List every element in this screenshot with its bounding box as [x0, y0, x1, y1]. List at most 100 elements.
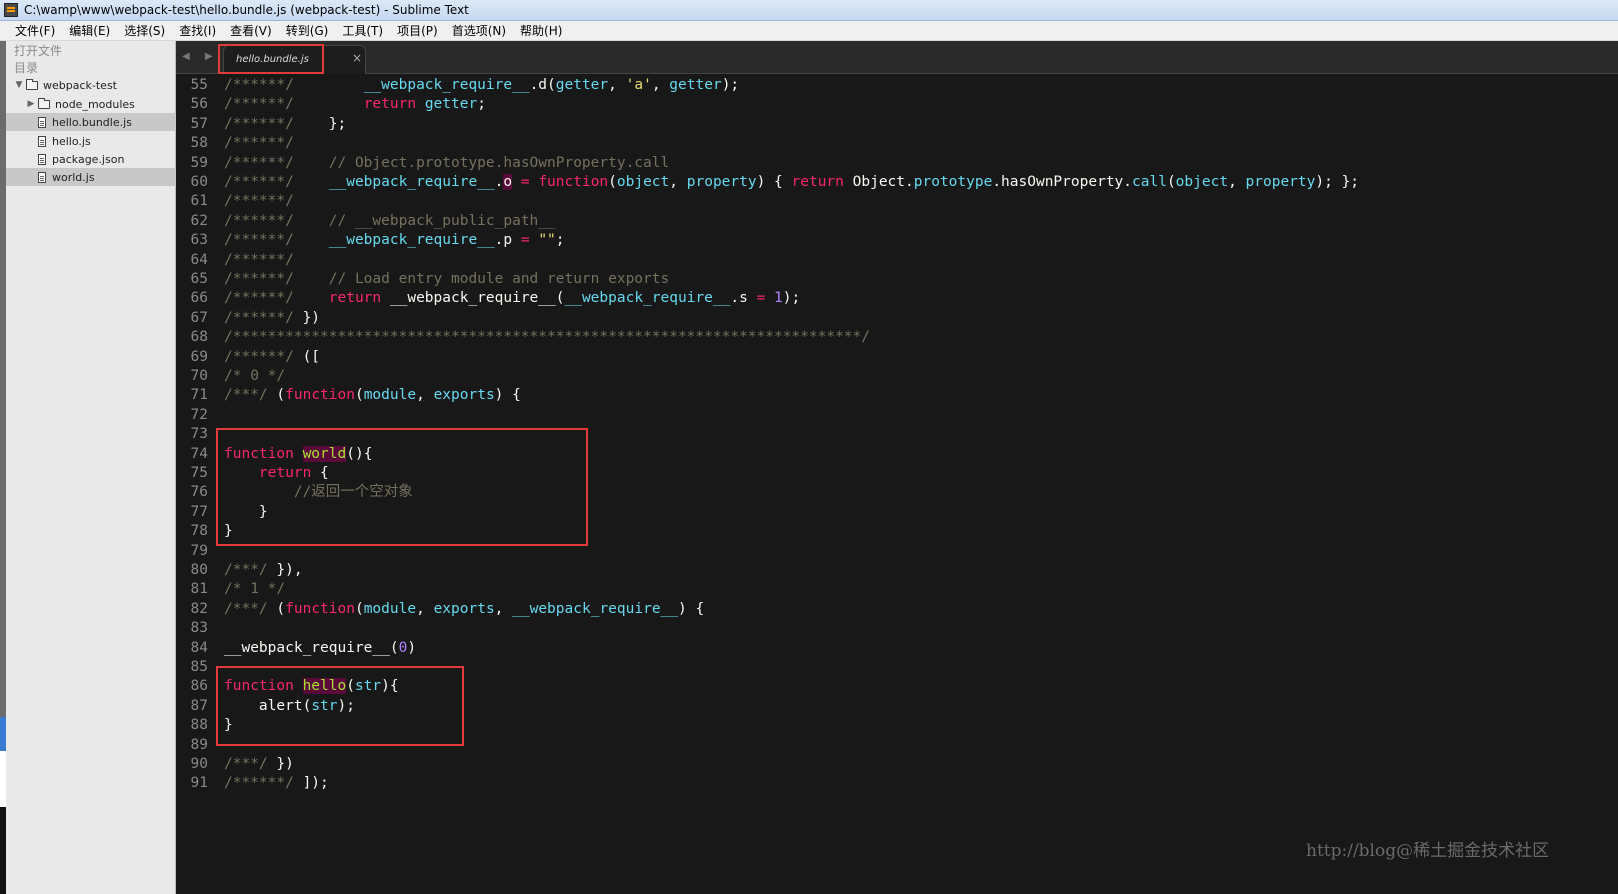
- code-line[interactable]: /******/ // Object.prototype.hasOwnPrope…: [224, 154, 669, 173]
- menu-item[interactable]: 文件(F): [8, 22, 62, 39]
- line-number: 65: [190, 271, 208, 287]
- menu-bar: 文件(F) 编辑(E) 选择(S) 查找(I) 查看(V) 转到(G) 工具(T) 项目(P)…: [0, 21, 1618, 41]
- code-line[interactable]: __webpack_require__(0): [224, 639, 416, 658]
- line-number: 57: [190, 115, 208, 132]
- code-line[interactable]: /******/ return getter;: [224, 95, 486, 114]
- line-number: 91: [190, 775, 208, 792]
- file-icon: [38, 171, 46, 183]
- line-number: 71: [190, 387, 208, 404]
- line-number: 87: [190, 697, 208, 714]
- menu-item[interactable]: 首选项(N): [445, 22, 513, 39]
- sublime-app-icon: [4, 3, 18, 17]
- sidebar-item[interactable]: ▶ node_modules: [6, 95, 176, 113]
- tab-nav-arrows-icon[interactable]: ◀ ▶: [182, 51, 219, 62]
- chevron-right-icon[interactable]: ▶: [26, 99, 36, 109]
- code-line[interactable]: /******/: [224, 192, 294, 211]
- close-icon[interactable]: ×: [352, 51, 362, 65]
- line-number: 59: [190, 154, 208, 171]
- file-icon: [38, 153, 46, 165]
- sidebar-item-label: webpack-test: [43, 78, 117, 92]
- sidebar-item[interactable]: world.js: [6, 168, 176, 186]
- sidebar-item[interactable]: ▼ webpack-test: [6, 76, 176, 94]
- line-number: 81: [190, 581, 208, 598]
- line-number: 68: [190, 329, 208, 346]
- file-icon: [38, 116, 46, 128]
- line-number: 63: [190, 232, 208, 249]
- line-number: 76: [190, 484, 208, 501]
- line-number: 66: [190, 290, 208, 307]
- chevron-down-icon[interactable]: ▼: [14, 80, 24, 90]
- code-line[interactable]: /***************************************…: [224, 328, 870, 347]
- code-line[interactable]: /******/ };: [224, 115, 346, 134]
- code-line[interactable]: alert(str);: [224, 697, 355, 716]
- menu-item[interactable]: 查找(I): [172, 22, 223, 39]
- code-line[interactable]: /******/ return __webpack_require__(__we…: [224, 289, 800, 308]
- code-line[interactable]: //返回一个空对象: [224, 483, 413, 502]
- line-number: 69: [190, 348, 208, 365]
- line-number: 88: [190, 717, 208, 734]
- line-number: 64: [190, 251, 208, 268]
- code-line[interactable]: return {: [224, 464, 329, 483]
- line-number: 61: [190, 193, 208, 210]
- code-line[interactable]: /******/ __webpack_require__.o = functio…: [224, 173, 1359, 192]
- line-number: 78: [190, 523, 208, 540]
- code-line[interactable]: /***/ (function(module, exports, __webpa…: [224, 600, 704, 619]
- tab-label: hello.bundle.js: [236, 54, 309, 65]
- line-number: 80: [190, 562, 208, 578]
- menu-item[interactable]: 帮助(H): [513, 22, 569, 39]
- tab-bar: ◀ ▶ hello.bundle.js ×: [176, 41, 1618, 74]
- tab-hello-bundle[interactable]: hello.bundle.js ×: [223, 45, 366, 74]
- code-line[interactable]: /* 0 */: [224, 367, 285, 386]
- sidebar-item[interactable]: hello.bundle.js: [6, 113, 176, 131]
- line-number: 90: [190, 756, 208, 772]
- folder-icon: [26, 78, 38, 90]
- open-files-heading: 打开文件: [14, 44, 63, 58]
- menu-item[interactable]: 工具(T): [335, 22, 390, 39]
- line-number: 67: [190, 309, 208, 326]
- code-line[interactable]: /***/ (function(module, exports) {: [224, 386, 521, 405]
- line-number: 84: [190, 639, 208, 656]
- line-number: 62: [190, 212, 208, 229]
- sidebar-item-label: node_modules: [55, 97, 135, 111]
- watermark: http://blog@稀土掘金技术社区: [1306, 841, 1550, 861]
- code-line[interactable]: /******/ __webpack_require__.d(getter, '…: [224, 76, 739, 95]
- code-editor[interactable]: 55 56 57 58 59 60 61 62 63 64 65 66 67 68 69 70 71 72 73 74…: [176, 74, 1618, 894]
- sidebar: 打开文件 目录 ▼ webpack-test ▶ node_modules hello.…: [6, 41, 176, 894]
- menu-item[interactable]: 项目(P): [390, 22, 445, 39]
- file-icon: [38, 135, 46, 147]
- line-number: 70: [190, 368, 208, 384]
- code-line[interactable]: /******/: [224, 251, 294, 270]
- sidebar-item-label: world.js: [52, 170, 95, 184]
- code-line[interactable]: }: [224, 503, 268, 522]
- code-line[interactable]: /******/ __webpack_require__.p = "";: [224, 231, 565, 250]
- code-line[interactable]: /******/ ([: [224, 348, 320, 367]
- menu-item[interactable]: 选择(S): [117, 22, 172, 39]
- code-line[interactable]: function hello(str){: [224, 677, 399, 696]
- sidebar-item[interactable]: hello.js: [6, 132, 176, 150]
- code-line[interactable]: /***/ }): [224, 755, 294, 774]
- code-line[interactable]: }: [224, 716, 233, 735]
- line-number: 74: [190, 445, 208, 462]
- menu-item[interactable]: 编辑(E): [62, 22, 117, 39]
- line-number: 56: [190, 96, 208, 113]
- code-line[interactable]: /******/ // __webpack_public_path__: [224, 212, 556, 231]
- menu-item[interactable]: 查看(V): [223, 22, 279, 39]
- title-bar: C:\wamp\www\webpack-test\hello.bundle.js…: [0, 0, 1618, 21]
- folder-icon: [38, 97, 50, 109]
- code-line[interactable]: /******/ // Load entry module and return…: [224, 270, 669, 289]
- code-line[interactable]: function world(){: [224, 445, 372, 464]
- sidebar-item[interactable]: package.json: [6, 150, 176, 168]
- line-number: 83: [190, 620, 208, 637]
- line-number: 79: [190, 542, 208, 559]
- code-line[interactable]: /******/ }): [224, 309, 320, 328]
- code-line[interactable]: /******/ ]);: [224, 774, 329, 793]
- line-number: 60: [190, 174, 208, 190]
- line-number: 75: [190, 465, 208, 481]
- line-number: 73: [190, 426, 208, 443]
- code-line[interactable]: }: [224, 522, 233, 541]
- code-line[interactable]: /******/: [224, 134, 294, 153]
- line-number: 55: [190, 77, 208, 93]
- code-line[interactable]: /***/ }),: [224, 561, 303, 580]
- code-line[interactable]: /* 1 */: [224, 580, 285, 599]
- menu-item[interactable]: 转到(G): [279, 22, 336, 39]
